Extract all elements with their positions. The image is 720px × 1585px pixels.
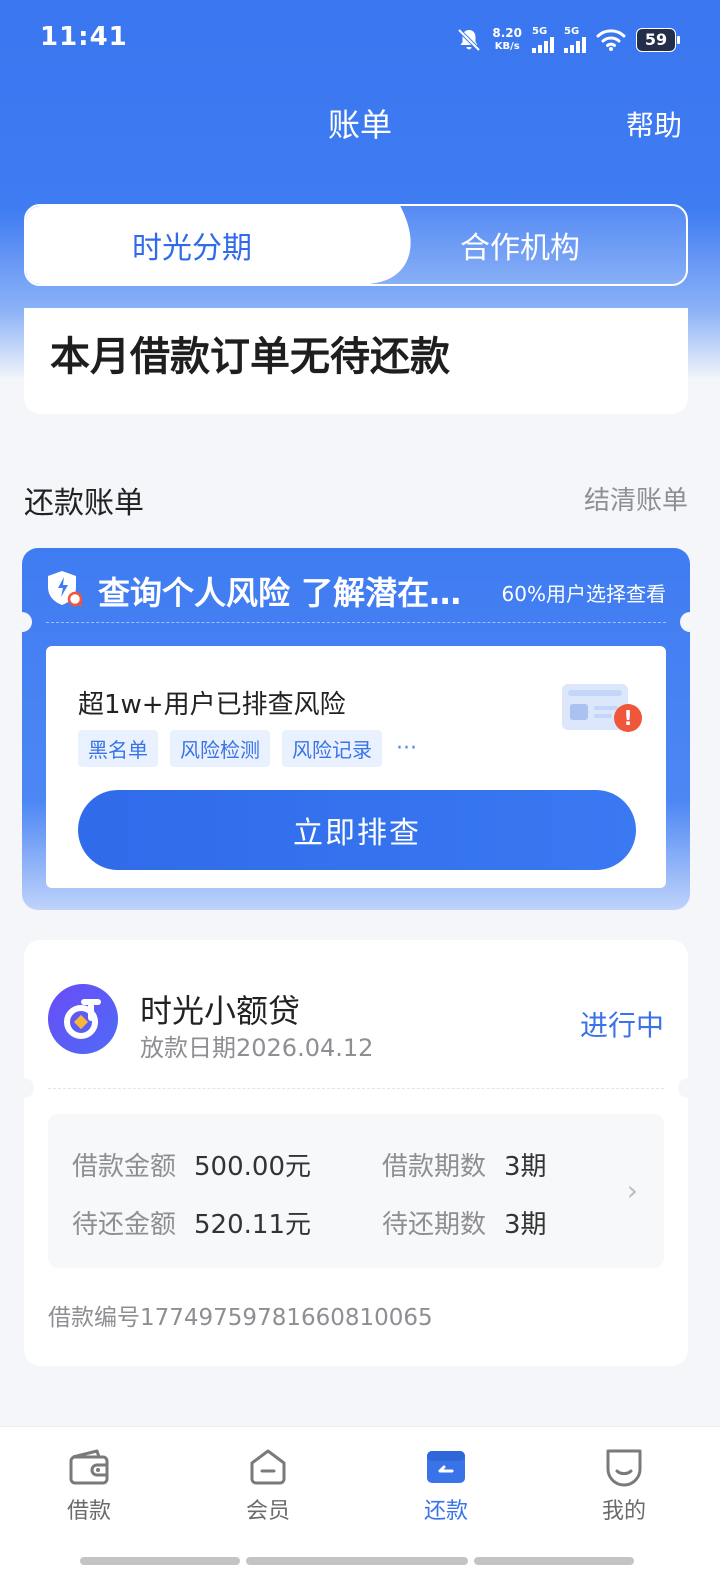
nav-label-repay: 还款: [423, 1499, 468, 1524]
detail-value: 3期: [504, 1210, 547, 1240]
loan-name: 时光小额贷: [140, 992, 301, 1030]
signal-2: 5G: [564, 27, 586, 53]
risk-title: 查询个人风险 了解潜在…: [98, 574, 462, 612]
chevron-right-icon[interactable]: ›: [627, 1174, 638, 1207]
loan-dashed-divider: [48, 1088, 664, 1089]
wallet-icon: [69, 1449, 109, 1485]
loan-detail-panel[interactable]: 借款金额 500.00元 借款期数 3期 待还金额 520.11元 待还期数 3期 ›: [48, 1114, 664, 1268]
gesture-bar-left: [80, 1557, 240, 1565]
detail-loan-periods: 借款期数 3期: [382, 1146, 547, 1183]
detail-value: 500.00元: [194, 1152, 311, 1182]
loan-status-badge: 进行中: [579, 1009, 664, 1042]
detail-label: 借款金额: [72, 1152, 177, 1182]
status-icons: 8.20 KB/s 5G 5G 59: [456, 24, 680, 56]
nav-item-loan[interactable]: 借款: [29, 1445, 149, 1525]
month-status-text: 本月借款订单无待还款: [50, 334, 450, 380]
svg-text:!: !: [623, 706, 632, 730]
detail-label: 待还金额: [72, 1210, 177, 1240]
loan-notch-right: [678, 1078, 698, 1098]
risk-tags: 黑名单 风险检测 风险记录 ···: [78, 730, 417, 767]
detail-due-periods: 待还期数 3期: [382, 1204, 547, 1241]
tag-risk-record: 风险记录: [282, 730, 382, 767]
nav-item-member[interactable]: 会员: [208, 1445, 328, 1525]
nav-label-loan: 借款: [66, 1499, 111, 1524]
detail-due-amount: 待还金额 520.11元: [72, 1204, 311, 1241]
loan-logo-icon: [48, 984, 118, 1054]
tag-risk-detect: 风险检测: [170, 730, 270, 767]
shield-icon: [48, 571, 83, 607]
detail-loan-amount: 借款金额 500.00元: [72, 1146, 311, 1183]
loan-number: 借款编号17749759781660810065: [48, 1305, 433, 1331]
smile-icon: [606, 1449, 642, 1487]
risk-inner-panel: 超1w+用户已排查风险 黑名单 风险检测 风险记录 ··· ! 立即排查: [46, 646, 666, 888]
net-speed-value: 8.20: [492, 26, 522, 40]
risk-inner-title: 超1w+用户已排查风险: [78, 690, 346, 720]
detail-value: 520.11元: [194, 1210, 311, 1240]
tab-bar: 时光分期 合作机构: [24, 204, 688, 286]
check-now-button[interactable]: 立即排查: [78, 790, 636, 870]
signal-1-label: 5G: [532, 26, 548, 37]
detail-label: 待还期数: [382, 1210, 487, 1240]
basket-icon: [250, 1449, 286, 1485]
signal-2-icon: [564, 37, 586, 53]
id-card-alert-icon: !: [562, 684, 642, 732]
loan-notch-left: [14, 1078, 34, 1098]
nav-item-mine[interactable]: 我的: [564, 1445, 684, 1525]
bottom-nav: 借款 会员 还款 我的: [0, 1426, 720, 1585]
month-status-card: 本月借款订单无待还款: [24, 308, 688, 414]
nav-label-member: 会员: [245, 1499, 290, 1524]
signal-1: 5G: [532, 27, 554, 53]
net-speed: 8.20 KB/s: [492, 27, 522, 53]
clock: 11:41: [40, 22, 128, 52]
risk-subtitle: 60%用户选择查看: [501, 582, 666, 606]
gesture-bar-right: [474, 1557, 634, 1565]
signal-2-label: 5G: [564, 26, 580, 37]
nav-item-repay[interactable]: 还款: [386, 1445, 506, 1525]
section-title: 还款账单: [24, 486, 144, 521]
help-button[interactable]: 帮助: [626, 104, 682, 144]
tag-blacklist: 黑名单: [78, 730, 158, 767]
battery-icon: 59: [636, 28, 680, 52]
card-notch-left: [12, 612, 32, 632]
loan-card[interactable]: 时光小额贷 放款日期2026.04.12 进行中 借款金额 500.00元 借款期…: [14, 940, 698, 1366]
nav-label-mine: 我的: [601, 1499, 646, 1524]
tab-shiguang-fenqi[interactable]: 时光分期: [26, 206, 358, 284]
risk-check-card: 查询个人风险 了解潜在… 60%用户选择查看 超1w+用户已排查风险 黑名单 风…: [12, 548, 700, 910]
gesture-bar-center[interactable]: [246, 1557, 468, 1565]
mute-bell-icon: [457, 28, 481, 52]
repay-card-icon: [427, 1451, 465, 1483]
dashed-divider: [46, 622, 666, 623]
settled-bills-link[interactable]: 结清账单: [584, 480, 688, 517]
signal-1-icon: [532, 37, 554, 53]
detail-label: 借款期数: [382, 1152, 487, 1182]
more-tags: ···: [396, 736, 417, 761]
page-title: 账单: [327, 106, 392, 144]
net-speed-unit: KB/s: [494, 41, 520, 52]
loan-date: 放款日期2026.04.12: [140, 1034, 374, 1062]
detail-value: 3期: [504, 1152, 547, 1182]
status-bar: 11:41 8.20 KB/s 5G 5G 59: [0, 0, 720, 80]
tab-partner-institution[interactable]: 合作机构: [354, 206, 686, 284]
card-notch-right: [680, 612, 700, 632]
wifi-icon: [596, 29, 626, 51]
